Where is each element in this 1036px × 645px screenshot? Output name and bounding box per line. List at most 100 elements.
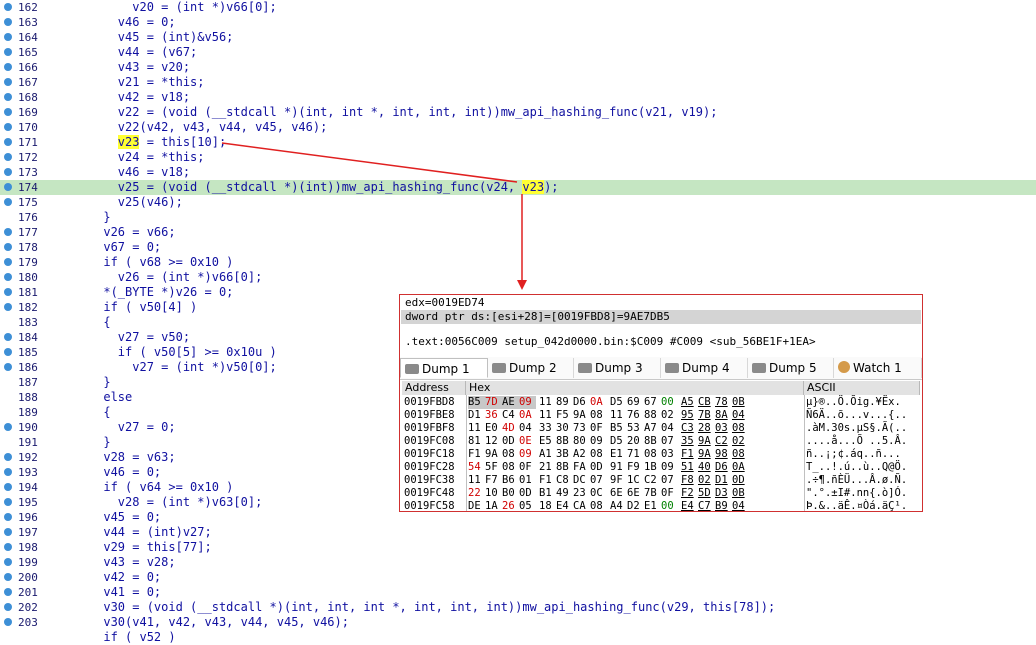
- hex-byte[interactable]: 76: [627, 409, 644, 422]
- breakpoint-dot-icon[interactable]: [4, 558, 12, 566]
- hex-byte[interactable]: 8A: [715, 409, 732, 422]
- hex-byte[interactable]: 01: [519, 474, 536, 487]
- code-text[interactable]: v23 = this[10];: [60, 135, 226, 150]
- hex-byte[interactable]: 11: [468, 422, 485, 435]
- hex-byte[interactable]: C3: [681, 422, 698, 435]
- code-text[interactable]: v27 = v50;: [60, 330, 190, 345]
- hex-byte[interactable]: 08: [590, 500, 607, 513]
- hex-byte[interactable]: 08: [590, 448, 607, 461]
- breakpoint-dot-icon[interactable]: [4, 483, 12, 491]
- hex-byte[interactable]: 0F: [519, 461, 536, 474]
- hex-byte[interactable]: 03: [715, 422, 732, 435]
- dump-address[interactable]: 0019FC18: [404, 448, 455, 461]
- dump-address[interactable]: 0019FC48: [404, 487, 455, 500]
- hex-byte[interactable]: 18: [539, 500, 556, 513]
- hex-byte[interactable]: 0D: [590, 461, 607, 474]
- code-line[interactable]: 173 v46 = v18;: [0, 165, 1036, 180]
- code-line[interactable]: 165 v44 = (v67;: [0, 45, 1036, 60]
- breakpoint-dot-icon[interactable]: [4, 228, 12, 236]
- code-text[interactable]: if ( v64 >= 0x10 ): [60, 480, 233, 495]
- breakpoint-dot-icon[interactable]: [4, 603, 12, 611]
- hex-byte[interactable]: D5: [610, 435, 627, 448]
- dump-ascii[interactable]: ....å...Õ ..5.Â.: [806, 435, 907, 448]
- hex-byte[interactable]: 8B: [556, 435, 573, 448]
- hex-byte[interactable]: D6: [573, 396, 590, 409]
- hex-byte[interactable]: 09: [519, 448, 536, 461]
- code-text[interactable]: v42 = v18;: [60, 90, 190, 105]
- hex-byte[interactable]: A1: [539, 448, 556, 461]
- code-line[interactable]: 199 v43 = v28;: [0, 555, 1036, 570]
- code-line[interactable]: 164 v45 = (int)&v56;: [0, 30, 1036, 45]
- hex-byte[interactable]: 89: [556, 396, 573, 409]
- hex-byte[interactable]: 07: [661, 435, 678, 448]
- dump-row[interactable]: 0019FC58 DE 1A 26 05 18 E4 CA 08 A4 D2 E1 00 E4 C7 B9 04…: [402, 500, 920, 513]
- code-line[interactable]: 180 v26 = (int *)v66[0];: [0, 270, 1036, 285]
- hex-byte[interactable]: E0: [485, 422, 502, 435]
- hex-byte[interactable]: 80: [573, 435, 590, 448]
- hex-byte[interactable]: 73: [573, 422, 590, 435]
- dump-ascii[interactable]: Ñ6Ä..õ...v...{..: [806, 409, 907, 422]
- hex-byte[interactable]: 0A: [590, 396, 607, 409]
- dump-hex[interactable]: DE 1A 26 05 18 E4 CA 08 A4 D2 E1 00 E4 C7 B9 04: [468, 500, 749, 513]
- hex-byte[interactable]: 88: [644, 409, 661, 422]
- hex-byte[interactable]: 6E: [610, 487, 627, 500]
- dump-ascii[interactable]: ñ..¡;¢.áq..ñ...: [806, 448, 901, 461]
- hex-byte[interactable]: C2: [644, 474, 661, 487]
- hex-byte[interactable]: B1: [539, 487, 556, 500]
- hex-byte[interactable]: 23: [573, 487, 590, 500]
- code-line[interactable]: 170 v22(v42, v43, v44, v45, v46);: [0, 120, 1036, 135]
- hex-byte[interactable]: 9F: [610, 474, 627, 487]
- dump-hex[interactable]: D1 36 C4 0A 11 F5 9A 08 11 76 88 02 95 7B 8A 04: [468, 409, 749, 422]
- hex-byte[interactable]: 11: [539, 396, 556, 409]
- dump-row[interactable]: 0019FC38 11 F7 B6 01 F1 C8 DC 07 9F 1C C2 07 F8 02 D1 0D…: [402, 474, 920, 487]
- col-address[interactable]: Address: [402, 381, 466, 395]
- dump-ascii[interactable]: µ}®..Ö.Õig.¥Ëx.: [806, 396, 901, 409]
- breakpoint-dot-icon[interactable]: [4, 333, 12, 341]
- breakpoint-dot-icon[interactable]: [4, 18, 12, 26]
- hex-byte[interactable]: 11: [610, 409, 627, 422]
- dump-hex[interactable]: 22 10 B0 0D B1 49 23 0C 6E 6E 7B 0F F2 5D D3 0B: [468, 487, 749, 500]
- code-line[interactable]: 175 v25(v46);: [0, 195, 1036, 210]
- hex-byte[interactable]: 33: [539, 422, 556, 435]
- code-text[interactable]: if ( v50[4] ): [60, 300, 197, 315]
- hex-byte[interactable]: AE: [502, 396, 519, 409]
- breakpoint-dot-icon[interactable]: [4, 528, 12, 536]
- code-text[interactable]: v24 = *this;: [60, 150, 205, 165]
- code-text[interactable]: v20 = (int *)v66[0];: [60, 0, 277, 15]
- dump-hex[interactable]: 11 F7 B6 01 F1 C8 DC 07 9F 1C C2 07 F8 02 D1 0D: [468, 474, 749, 487]
- hex-byte[interactable]: CB: [698, 396, 715, 409]
- hex-byte[interactable]: 53: [627, 422, 644, 435]
- breakpoint-dot-icon[interactable]: [4, 63, 12, 71]
- code-line[interactable]: 177 v26 = v66;: [0, 225, 1036, 240]
- code-text[interactable]: v22(v42, v43, v44, v45, v46);: [60, 120, 328, 135]
- breakpoint-dot-icon[interactable]: [4, 588, 12, 596]
- breakpoint-dot-icon[interactable]: [4, 573, 12, 581]
- hex-byte[interactable]: 07: [661, 474, 678, 487]
- hex-byte[interactable]: 0A: [732, 461, 749, 474]
- hex-byte[interactable]: 8B: [556, 461, 573, 474]
- hex-byte[interactable]: 08: [732, 448, 749, 461]
- code-line[interactable]: 162 v20 = (int *)v66[0];: [0, 0, 1036, 15]
- hex-byte[interactable]: DE: [468, 500, 485, 513]
- hex-byte[interactable]: 0F: [661, 487, 678, 500]
- breakpoint-dot-icon[interactable]: [4, 138, 12, 146]
- hex-byte[interactable]: D5: [610, 396, 627, 409]
- hex-byte[interactable]: 51: [681, 461, 698, 474]
- hex-byte[interactable]: 5D: [698, 487, 715, 500]
- operand-info[interactable]: dword ptr ds:[esi+28]=[0019FBD8]=9AE7DB5: [401, 310, 921, 324]
- code-line[interactable]: 166 v43 = v20;: [0, 60, 1036, 75]
- hex-byte[interactable]: 21: [539, 461, 556, 474]
- breakpoint-dot-icon[interactable]: [4, 258, 12, 266]
- hex-byte[interactable]: D2: [627, 500, 644, 513]
- hex-byte[interactable]: 05: [519, 500, 536, 513]
- dump-row[interactable]: 0019FC28 54 5F 08 0F 21 8B FA 0D 91 F9 1B 09 51 40 D6 0A…: [402, 461, 920, 474]
- dump-address[interactable]: 0019FC28: [404, 461, 455, 474]
- hex-byte[interactable]: 7B: [698, 409, 715, 422]
- code-line[interactable]: 172 v24 = *this;: [0, 150, 1036, 165]
- hex-byte[interactable]: C2: [715, 435, 732, 448]
- code-text[interactable]: v46 = 0;: [60, 465, 161, 480]
- hex-byte[interactable]: 0A: [519, 409, 536, 422]
- hex-byte[interactable]: 08: [732, 422, 749, 435]
- code-text[interactable]: {: [60, 315, 110, 330]
- hex-byte[interactable]: 00: [661, 500, 678, 513]
